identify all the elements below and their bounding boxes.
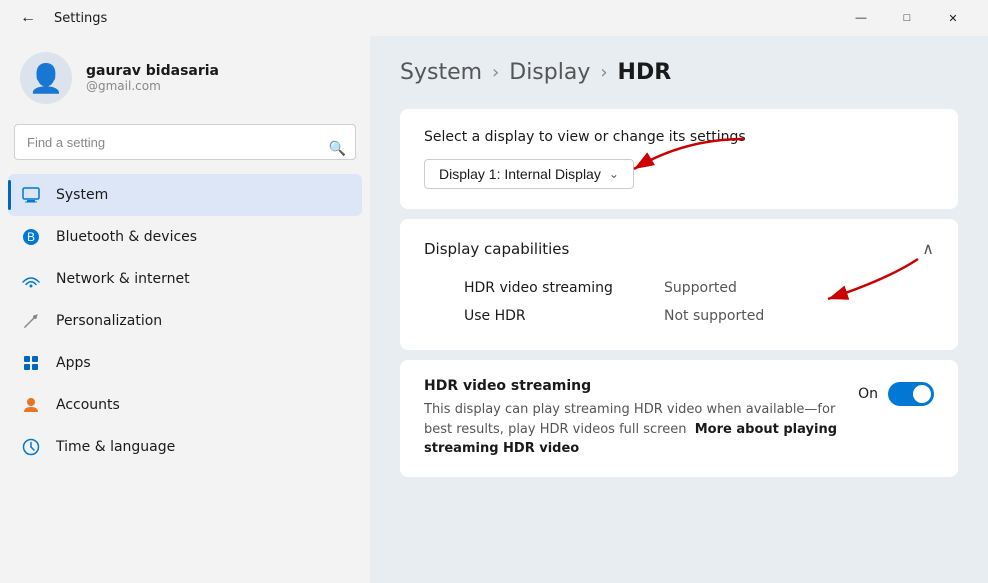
toggle-knob [913, 385, 931, 403]
user-name: gaurav bidasaria [86, 63, 219, 79]
breadcrumb-system: System [400, 60, 482, 85]
search-icon: 🔍 [329, 141, 346, 157]
window-controls: — □ ✕ [838, 2, 976, 34]
capabilities-card: Display capabilities ∧ HDR video streami… [400, 219, 958, 350]
user-info: gaurav bidasaria @gmail.com [86, 63, 219, 93]
cap-row-use-hdr: Use HDR Not supported [424, 302, 934, 330]
toggle-label: On [858, 386, 878, 402]
time-icon [20, 436, 42, 458]
user-profile: 👤 gaurav bidasaria @gmail.com [0, 36, 370, 124]
back-button[interactable]: ← [12, 5, 44, 31]
avatar-icon: 👤 [29, 62, 64, 95]
breadcrumb-hdr: HDR [618, 60, 672, 85]
sidebar-item-network[interactable]: Network & internet [8, 258, 362, 300]
accounts-icon [20, 394, 42, 416]
app-title: Settings [54, 11, 107, 26]
sidebar: 👤 gaurav bidasaria @gmail.com 🔍 [0, 36, 370, 583]
right-panel: System › Display › HDR Select a display … [370, 36, 988, 583]
sidebar-item-time[interactable]: Time & language [8, 426, 362, 468]
hdr-toggle-container: On [858, 382, 934, 406]
title-bar: ← Settings — □ ✕ [0, 0, 988, 36]
cap-value-use-hdr: Not supported [664, 308, 764, 324]
hdr-toggle[interactable] [888, 382, 934, 406]
sidebar-item-apps-label: Apps [56, 355, 91, 371]
user-email: @gmail.com [86, 79, 219, 93]
dropdown-arrow-icon: ⌄ [609, 167, 619, 181]
sidebar-item-accounts-label: Accounts [56, 397, 120, 413]
svg-text:B: B [27, 230, 35, 244]
search-container: 🔍 [0, 124, 370, 174]
sidebar-item-system[interactable]: System [8, 174, 362, 216]
close-button[interactable]: ✕ [930, 2, 976, 34]
network-icon [20, 268, 42, 290]
apps-icon [20, 352, 42, 374]
collapse-icon[interactable]: ∧ [922, 239, 934, 258]
avatar: 👤 [20, 52, 72, 104]
title-bar-left: ← Settings [12, 5, 107, 31]
nav-list: System B Bluetooth & devices [0, 174, 370, 468]
breadcrumb-display: Display [509, 60, 590, 85]
selected-display-text: Display 1: Internal Display [439, 166, 601, 182]
hdr-streaming-card: HDR video streaming This display can pla… [400, 360, 958, 477]
sidebar-item-network-label: Network & internet [56, 271, 190, 287]
bluetooth-icon: B [20, 226, 42, 248]
sidebar-item-system-label: System [56, 187, 108, 203]
sidebar-item-personalization-label: Personalization [56, 313, 162, 329]
hdr-streaming-desc: This display can play streaming HDR vide… [424, 400, 838, 459]
hdr-streaming-title: HDR video streaming [424, 378, 838, 394]
sidebar-item-bluetooth[interactable]: B Bluetooth & devices [8, 216, 362, 258]
main-content: 👤 gaurav bidasaria @gmail.com 🔍 [0, 36, 988, 583]
sidebar-item-time-label: Time & language [56, 439, 175, 455]
select-display-label: Select a display to view or change its s… [424, 129, 934, 145]
sidebar-item-bluetooth-label: Bluetooth & devices [56, 229, 197, 245]
sidebar-item-apps[interactable]: Apps [8, 342, 362, 384]
cap-label-use-hdr: Use HDR [464, 308, 664, 324]
display-selector-card: Select a display to view or change its s… [400, 109, 958, 209]
sidebar-item-personalization[interactable]: Personalization [8, 300, 362, 342]
system-icon [20, 184, 42, 206]
display-dropdown[interactable]: Display 1: Internal Display ⌄ [424, 159, 634, 189]
cap-value-hdr-video: Supported [664, 280, 737, 296]
personalization-icon [20, 310, 42, 332]
cap-label-hdr-video: HDR video streaming [464, 280, 664, 296]
search-input[interactable] [14, 124, 356, 160]
hdr-text-block: HDR video streaming This display can pla… [424, 378, 838, 459]
breadcrumb-sep-2: › [600, 62, 607, 83]
maximize-button[interactable]: □ [884, 2, 930, 34]
sidebar-item-accounts[interactable]: Accounts [8, 384, 362, 426]
capabilities-header: Display capabilities ∧ [424, 239, 934, 258]
breadcrumb-sep-1: › [492, 62, 499, 83]
capabilities-title: Display capabilities [424, 240, 569, 258]
breadcrumb: System › Display › HDR [400, 60, 958, 85]
cap-row-hdr-video: HDR video streaming Supported [424, 274, 934, 302]
minimize-button[interactable]: — [838, 2, 884, 34]
